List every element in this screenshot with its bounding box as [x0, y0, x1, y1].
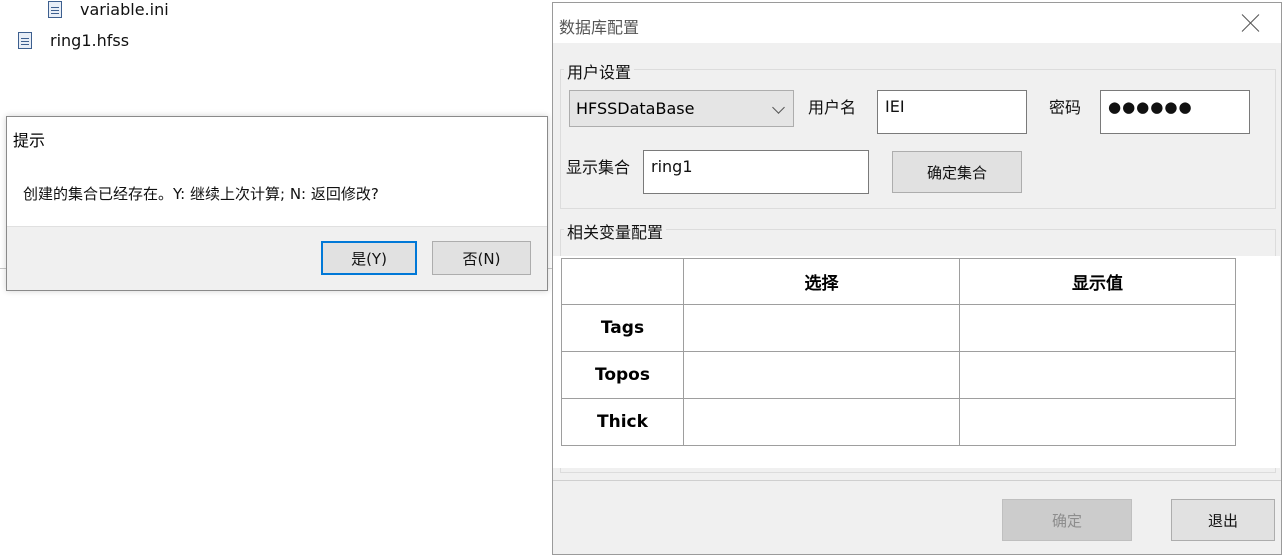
column-header-display: 显示值 [959, 258, 1236, 305]
cell-select-tags[interactable] [683, 304, 960, 352]
confirm-collection-button[interactable]: 确定集合 [892, 151, 1022, 193]
column-header-select: 选择 [683, 258, 960, 305]
db-config-window: 数据库配置 用户设置 HFSSDataBase 用户名 IEI 密码 ●●●●●… [552, 2, 1282, 555]
ok-button[interactable]: 确定 [1002, 499, 1132, 541]
table-header-row: 选择 显示值 [561, 258, 1236, 305]
title-bar: 数据库配置 [553, 3, 1281, 43]
window-title: 数据库配置 [559, 18, 640, 37]
ini-file-icon [48, 0, 62, 18]
password-label: 密码 [1049, 98, 1082, 117]
dialog-title: 提示 [13, 131, 46, 150]
collection-input[interactable]: ring1 [643, 150, 869, 194]
cell-display-topos[interactable] [959, 351, 1236, 399]
no-button[interactable]: 否(N) [432, 241, 531, 275]
cell-select-topos[interactable] [683, 351, 960, 399]
chevron-down-icon [772, 101, 785, 114]
cell-display-thick[interactable] [959, 398, 1236, 446]
dialog-footer: 是(Y) 否(N) [7, 226, 547, 290]
username-input[interactable]: IEI [877, 90, 1027, 134]
database-value: HFSSDataBase [576, 99, 695, 118]
exit-button[interactable]: 退出 [1171, 499, 1275, 541]
username-label: 用户名 [808, 98, 857, 117]
user-settings-label: 用户设置 [564, 59, 635, 83]
password-input[interactable]: ●●●●●● [1100, 90, 1250, 134]
variables-table: 选择 显示值 Tags Topos Thick [561, 258, 1236, 446]
row-header-tags: Tags [561, 304, 684, 352]
file-name: variable.ini [80, 0, 169, 19]
row-header-topos: Topos [561, 351, 684, 399]
row-header-thick: Thick [561, 398, 684, 446]
cell-select-thick[interactable] [683, 398, 960, 446]
footer-divider [553, 480, 1281, 481]
table-row: Topos [561, 351, 1236, 399]
column-header-corner [561, 258, 684, 305]
cell-display-tags[interactable] [959, 304, 1236, 352]
collection-label: 显示集合 [566, 158, 631, 177]
file-item-variable-ini[interactable]: variable.ini [48, 0, 169, 21]
yes-button[interactable]: 是(Y) [321, 241, 417, 275]
database-select[interactable]: HFSSDataBase [569, 90, 794, 127]
variables-label: 相关变量配置 [564, 219, 667, 243]
table-row: Thick [561, 398, 1236, 446]
close-icon[interactable] [1239, 11, 1263, 35]
file-name: ring1.hfss [50, 30, 130, 50]
dialog-message: 创建的集合已经存在。Y: 继续上次计算; N: 返回修改? [23, 185, 379, 203]
hfss-file-icon [18, 31, 32, 49]
variables-grid-panel: 选择 显示值 Tags Topos Thick [553, 256, 1280, 468]
prompt-dialog: 提示 创建的集合已经存在。Y: 继续上次计算; N: 返回修改? 是(Y) 否(… [6, 116, 548, 291]
file-item-ring1-hfss[interactable]: ring1.hfss [18, 28, 129, 52]
table-row: Tags [561, 304, 1236, 352]
